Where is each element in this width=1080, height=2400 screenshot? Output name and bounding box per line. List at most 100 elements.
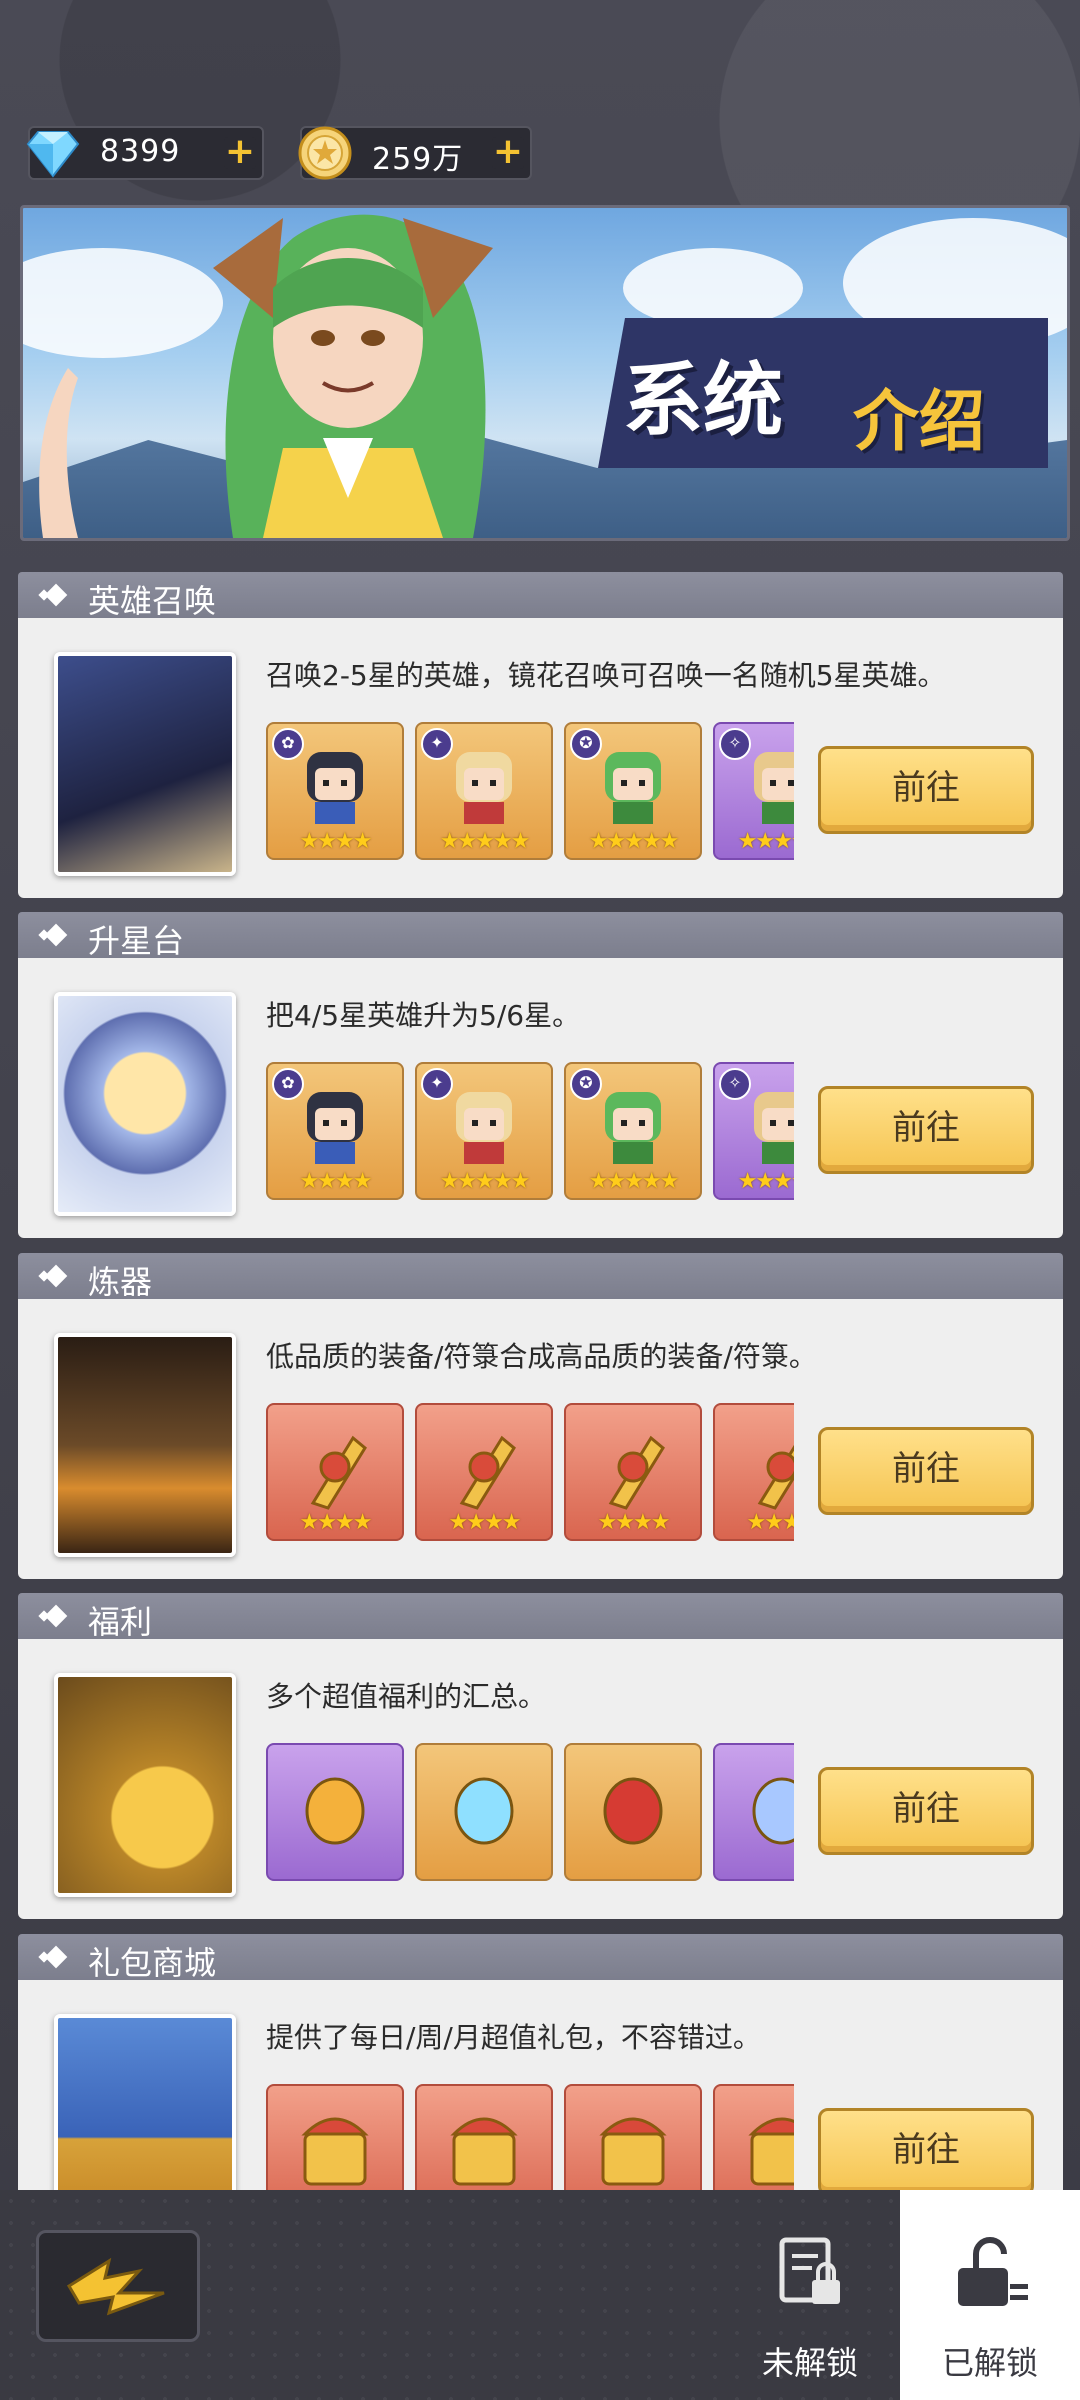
section-description: 把4/5星英雄升为5/6星。 [266,999,581,1032]
star-rating: ★★★★★ [737,829,794,854]
go-button[interactable]: 前往 [818,1086,1034,1174]
go-button[interactable]: 前往 [818,1427,1034,1515]
reward-preview-list: ✿ ★★★★ ✦ ★★★★★ ✪ ★★★★★ ✧ ★★★★★ [266,722,794,860]
section-thumbnail [54,1673,236,1897]
section-1: 英雄召唤召唤2-5星的英雄，镜花召唤可召唤一名随机5星英雄。 ✿ ★★★★ ✦ ★★★★… [18,572,1063,898]
element-badge-icon: ✿ [272,1068,304,1100]
chest-partial-icon [748,2117,794,2186]
star-rating: ★★★★★ [737,1169,794,1194]
section-body: 召唤2-5星的英雄，镜花召唤可召唤一名随机5星英雄。 ✿ ★★★★ ✦ ★★★★★ ✪ ★★… [18,618,1063,898]
red-ticket-icon [603,1777,663,1845]
star-rating: ★★★★★ [439,829,531,854]
reward-preview-list: ★★★★ ★★★★ ★★★★ ★★★★ [266,1403,794,1541]
star-rating: ★★★★★ [439,1169,531,1194]
section-description: 低品质的装备/符箓合成高品质的装备/符箓。 [266,1340,817,1373]
hero-dark-hair-item[interactable]: ✿ ★★★★ [266,722,404,860]
tab-locked-label: 未解锁 [761,2344,858,2382]
ring-item[interactable]: ★★★★ [564,1403,702,1541]
all-chest-icon [599,2117,667,2186]
coin-amount: 259万 [372,142,464,177]
hero-green-hair-icon [605,752,661,824]
coin-icon [298,126,352,180]
element-badge-icon: ✪ [570,1068,602,1100]
diamond-counter[interactable]: 8399 + [26,126,264,180]
section-header: 升星台 [18,912,1063,960]
tulip-token-item[interactable] [266,1743,404,1881]
hero-blonde-item[interactable]: ✦ ★★★★★ [415,722,553,860]
red-ticket-item[interactable] [564,1743,702,1881]
add-coin-button[interactable]: + [492,134,524,170]
go-button[interactable]: 前往 [818,1767,1034,1855]
element-badge-icon: ✧ [719,1068,751,1100]
section-description: 提供了每日/周/月超值礼包，不容错过。 [266,2021,761,2054]
tulip-token-icon [305,1777,365,1845]
section-title: 升星台 [88,922,185,960]
star-rating: ★★★★ [597,1510,671,1535]
armor-icon [459,1435,516,1510]
section-header: 礼包商城 [18,1934,1063,1982]
tab-locked[interactable]: 未解锁 [720,2190,900,2400]
hero-partial-item[interactable]: ✧ ★★★★★ [713,722,794,860]
hero-blonde-icon [456,752,512,824]
section-header: 炼器 [18,1253,1063,1301]
hero-green-hair-item[interactable]: ✪ ★★★★★ [564,722,702,860]
section-body: 多个超值福利的汇总。前往 [18,1639,1063,1919]
system-intro-banner: 系统 介绍 [20,205,1070,541]
unlocked-padlock-icon [958,2237,1028,2306]
star-rating: ★★★★ [299,829,373,854]
element-badge-icon: ✪ [570,728,602,760]
section-description: 召唤2-5星的英雄，镜花召唤可召唤一名随机5星英雄。 [266,659,946,692]
star-rating: ★★★★ [299,1510,373,1535]
go-button[interactable]: 前往 [818,746,1034,834]
hero-blonde-item[interactable]: ✦ ★★★★★ [415,1062,553,1200]
hero-green-hair-icon [605,1092,661,1164]
hero-dark-hair-icon [307,752,363,824]
reward-preview-list: ✿ ★★★★ ✦ ★★★★★ ✪ ★★★★★ ✧ ★★★★★ [266,1062,794,1200]
section-description: 多个超值福利的汇总。 [266,1680,547,1713]
section-3: 炼器低品质的装备/符箓合成高品质的装备/符箓。 ★★★★ ★★★★ ★★★★ ★★★★ 前… [18,1253,1063,1579]
element-badge-icon: ✦ [421,728,453,760]
section-thumbnail [54,652,236,876]
back-arrow-icon [66,2257,165,2316]
tab-unlocked-label: 已解锁 [941,2344,1038,2382]
section-4: 福利 多个超值福利的汇总。 前往 [18,1593,1063,1919]
hero-blonde-icon [456,1092,512,1164]
hand-illustration [39,368,78,538]
tab-unlocked[interactable]: 已解锁 [900,2190,1080,2400]
star-rating: ★★★★ [746,1510,794,1535]
section-2: 升星台把4/5星英雄升为5/6星。 ✿ ★★★★ ✦ ★★★★★ ✪ ★★★★★ ✧ ★★★★★… [18,912,1063,1238]
section-body: 把4/5星英雄升为5/6星。 ✿ ★★★★ ✦ ★★★★★ ✪ ★★★★★ ✧ ★★★★★ 前往 [18,958,1063,1238]
hero-partial-icon [754,752,794,824]
star-item[interactable] [713,1743,794,1881]
section-body: 低品质的装备/符箓合成高品质的装备/符箓。 ★★★★ ★★★★ ★★★★ ★★★★ 前往 [18,1299,1063,1579]
section-title: 礼包商城 [88,1944,217,1982]
gem-chest-icon [450,2117,518,2186]
diamond-icon [26,131,80,178]
section-thumbnail [54,1333,236,1557]
add-diamond-button[interactable]: + [224,134,256,170]
section-header: 英雄召唤 [18,572,1063,620]
boots-item[interactable]: ★★★★ [713,1403,794,1541]
hero-partial-icon [754,1092,794,1164]
hero-green-hair-item[interactable]: ✪ ★★★★★ [564,1062,702,1200]
diamond-amount: 8399 [100,134,181,169]
character-illustration [213,214,493,538]
hero-partial-item[interactable]: ✧ ★★★★★ [713,1062,794,1200]
go-button[interactable]: 前往 [818,2108,1034,2196]
banner-title-main: 系统 [623,354,783,447]
banner-title-sub: 介绍 [853,383,985,460]
reward-preview-list [266,1743,794,1881]
hero-dark-hair-item[interactable]: ✿ ★★★★ [266,1062,404,1200]
diamond-icon [454,1777,514,1845]
locked-document-icon [779,2237,840,2304]
weapon-item[interactable]: ★★★★ [266,1403,404,1541]
back-button[interactable] [36,2230,200,2342]
bottom-nav-bar: 未解锁 已解锁 [0,2190,1080,2400]
diamond-item[interactable] [415,1743,553,1881]
coin-counter[interactable]: 259万 + [298,126,532,180]
boots-icon [757,1444,794,1510]
armor-item[interactable]: ★★★★ [415,1403,553,1541]
element-badge-icon: ✦ [421,1068,453,1100]
section-title: 炼器 [88,1263,153,1301]
star-rating: ★★★★★ [588,829,680,854]
